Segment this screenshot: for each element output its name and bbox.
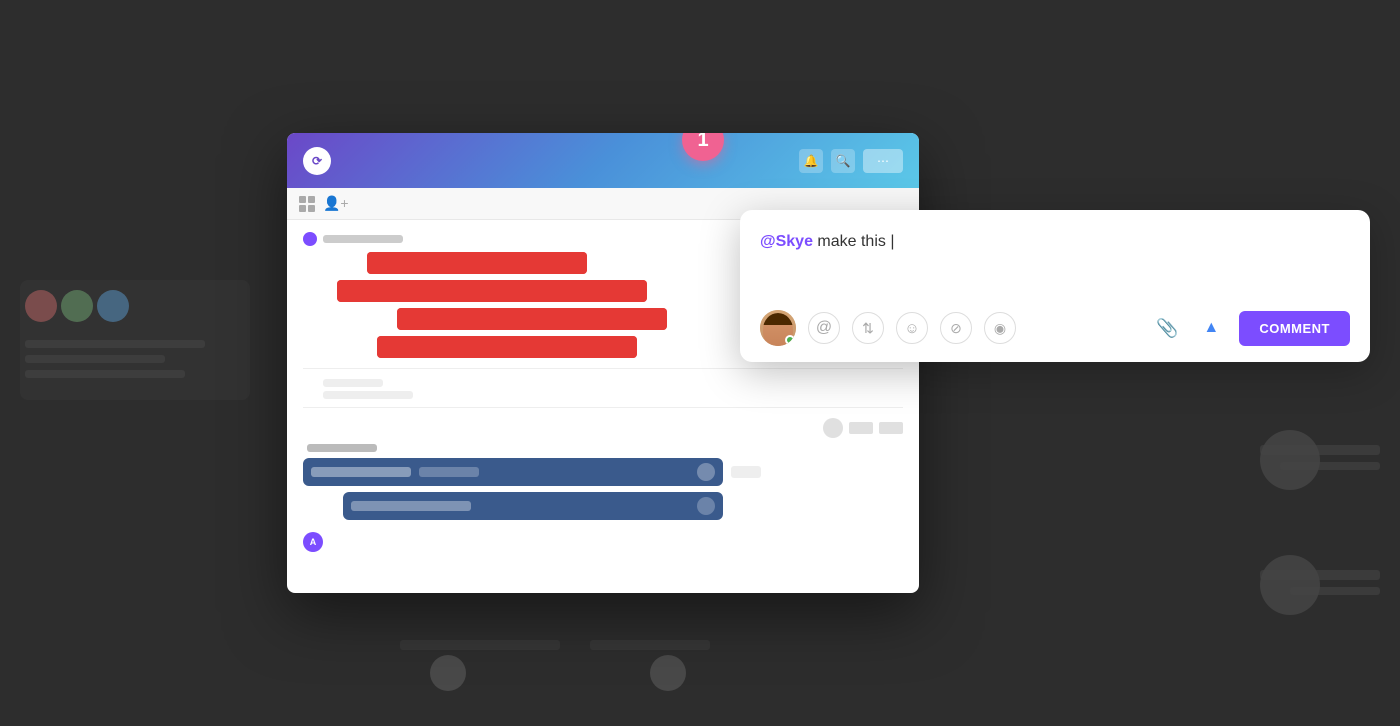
grid-icon[interactable]: ⋯	[863, 149, 903, 173]
blue-section-header	[303, 444, 903, 452]
comment-toolbar: @ ⇅ ☺ ⊘ ◉ 📎 ▲ COMMENT	[760, 310, 1350, 346]
bg-avatar-cluster	[25, 290, 129, 322]
bg-text-2	[25, 355, 165, 363]
blue-bar-row-1	[303, 458, 903, 486]
mention-text: @Skye	[760, 233, 813, 250]
blue-section-label-line	[307, 444, 377, 452]
red-section-line	[323, 235, 403, 243]
bottom-avatar: A	[303, 532, 323, 552]
bg-right-avatar	[1260, 430, 1320, 490]
header-right-icons: 🔔 🔍 ⋯	[799, 149, 903, 173]
blue-bar-2	[343, 492, 723, 520]
bg-text-3	[25, 370, 185, 378]
red-bar-4	[377, 336, 637, 358]
at-mention-button[interactable]: @	[808, 312, 840, 344]
empty-row-1	[303, 379, 903, 387]
add-user-icon[interactable]: 👤+	[323, 195, 349, 212]
red-bar-1	[367, 252, 587, 274]
bg-text-1	[25, 340, 205, 348]
format-button[interactable]: ⇅	[852, 312, 884, 344]
bg-right-text-3	[1260, 570, 1380, 580]
online-indicator	[785, 335, 795, 345]
emoji-button[interactable]: ☺	[896, 312, 928, 344]
bg-right-text-2	[1280, 462, 1380, 470]
user-avatar	[760, 310, 796, 346]
circle-button[interactable]: ◉	[984, 312, 1016, 344]
red-avatar	[303, 232, 317, 246]
divider-2	[303, 407, 903, 408]
red-bar-2	[337, 280, 647, 302]
bg-bottom-text-2	[590, 640, 710, 650]
main-app-card: ⟳ 🔔 🔍 ⋯ 1 👤+	[287, 133, 919, 593]
search-icon[interactable]: 🔍	[831, 149, 855, 173]
app-header: ⟳ 🔔 🔍 ⋯ 1	[287, 133, 919, 188]
empty-row-2	[303, 391, 903, 399]
bg-right-text-4	[1290, 587, 1380, 595]
drive-button[interactable]: ▲	[1195, 312, 1227, 344]
bottom-toolbar	[303, 418, 903, 438]
notification-badge: 1	[682, 133, 724, 161]
bg-bottom-text-1	[400, 640, 560, 650]
blue-bar-1	[303, 458, 723, 486]
app-logo: ⟳	[303, 147, 331, 175]
red-bar-3	[397, 308, 667, 330]
bg-right-avatar-2	[1260, 555, 1320, 615]
blue-bar-row-2	[343, 492, 903, 520]
attach-button[interactable]: 📎	[1151, 312, 1183, 344]
bell-icon[interactable]: 🔔	[799, 149, 823, 173]
divider	[303, 368, 903, 369]
bg-right-text-1	[1260, 445, 1380, 455]
slash-button[interactable]: ⊘	[940, 312, 972, 344]
logo-icon: ⟳	[312, 154, 322, 168]
comment-body: make this |	[813, 233, 895, 250]
comment-submit-button[interactable]: COMMENT	[1239, 311, 1350, 346]
comment-text-area[interactable]: @Skye make this |	[760, 230, 1350, 290]
comment-popup: @Skye make this | @ ⇅ ☺ ⊘	[740, 210, 1370, 362]
bg-bottom-avatar-2	[650, 655, 686, 691]
bg-bottom-avatar-1	[430, 655, 466, 691]
bottom-avatar-row: A	[303, 532, 903, 552]
grid-view-icon[interactable]	[299, 196, 315, 212]
